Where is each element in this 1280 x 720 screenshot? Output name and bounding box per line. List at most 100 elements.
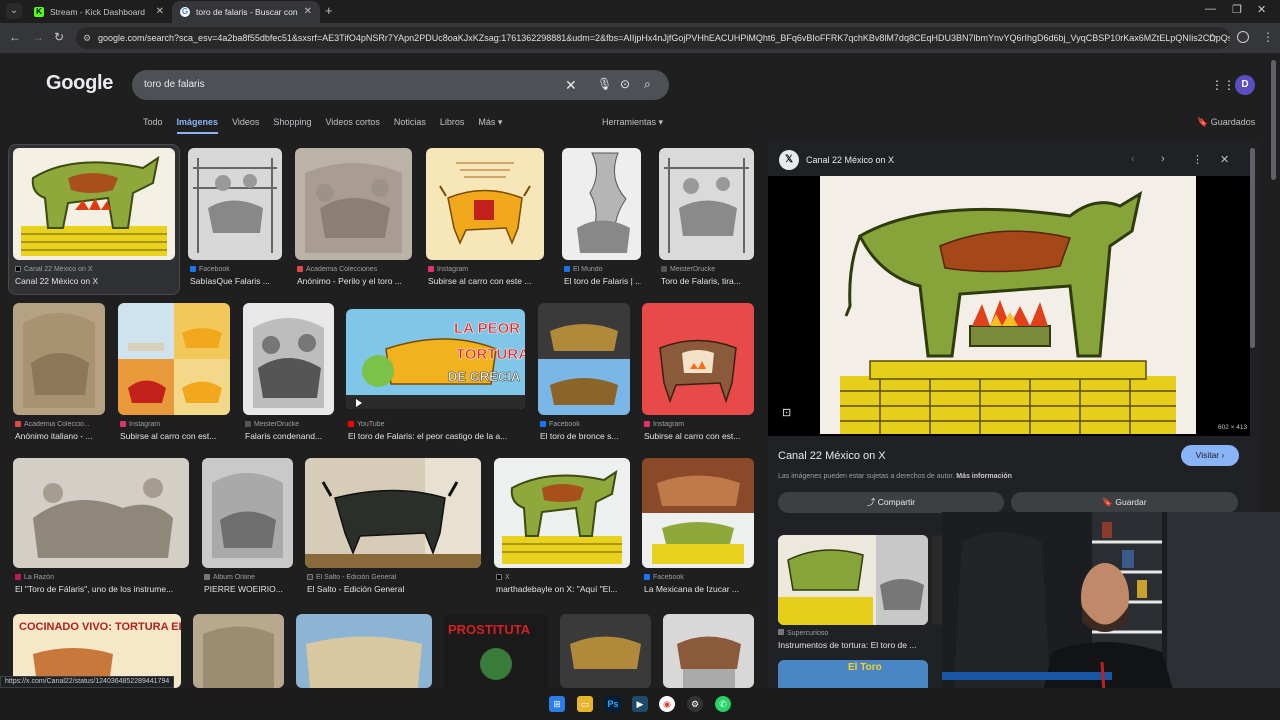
panel-source[interactable]: Canal 22 México on X (806, 155, 894, 165)
tab-title: toro de falaris - Buscar con Goo (196, 7, 300, 17)
avatar[interactable]: D (1235, 75, 1255, 95)
photoshop-icon[interactable]: Ps (605, 696, 621, 712)
result-image[interactable] (560, 614, 651, 688)
result-image[interactable] (296, 614, 432, 688)
result-caption: marthadebayle on X: "Aquí "El... (496, 584, 618, 594)
obs-icon[interactable]: ▶ (632, 696, 648, 712)
file-explorer-icon[interactable]: ▭ (577, 696, 593, 712)
saved-button[interactable]: 🔖 Guardados (1197, 117, 1255, 128)
result-source: Album Online (204, 574, 293, 581)
image-dimensions: 602 × 413 (1218, 424, 1248, 431)
tab-todo[interactable]: Todo (143, 117, 163, 134)
back-icon[interactable]: ← (9, 30, 21, 44)
minimize-icon[interactable]: — (1205, 3, 1216, 15)
result-caption: El Salto - Edición General (307, 584, 405, 594)
result-image[interactable] (193, 614, 284, 688)
tab-google[interactable]: G toro de falaris - Buscar con Goo ✕ (172, 1, 320, 23)
tab-videos[interactable]: Videos (232, 117, 259, 134)
result-source: Instagram (428, 266, 544, 273)
lens-search-icon[interactable]: ⊡ (782, 406, 791, 419)
share-button[interactable]: ⤴ Compartir (778, 492, 1004, 513)
settings-icon[interactable]: ⚙ (687, 696, 703, 712)
microphone-icon[interactable]: 🎙 (597, 77, 612, 91)
new-tab-button[interactable]: + (325, 3, 333, 18)
visit-button[interactable]: Visitar › (1181, 445, 1239, 466)
more-options-icon[interactable]: ⋮ (1192, 153, 1203, 166)
result-image (642, 303, 754, 415)
tab-shopping[interactable]: Shopping (273, 117, 311, 134)
share-icon: ⤴ (866, 497, 876, 507)
result-image (426, 148, 544, 260)
result-image (494, 458, 630, 568)
preview-image[interactable] (820, 176, 1196, 434)
previous-icon[interactable]: ‹ (1131, 153, 1135, 165)
windows-start-icon[interactable]: ⊞ (549, 696, 565, 712)
result-image[interactable] (663, 614, 754, 688)
google-logo[interactable]: Google (46, 72, 113, 95)
tab-kick[interactable]: K Stream - Kick Dashboard ✕ (26, 1, 172, 23)
tab-title: Stream - Kick Dashboard (50, 7, 145, 17)
search-tabs: Todo Imágenes Videos Shopping Videos cor… (143, 117, 502, 134)
tab-more[interactable]: Más ▾ (478, 117, 502, 134)
result-caption: El toro de Falaris | ... (564, 276, 641, 286)
result-image (13, 458, 189, 568)
result-caption: El toro de Falaris: el peor castigo de l… (348, 431, 508, 441)
menu-icon[interactable]: ⋮ (1262, 30, 1274, 44)
save-button[interactable]: 🔖 Guardar (1011, 492, 1238, 513)
tab-books[interactable]: Libros (440, 117, 465, 134)
forward-icon[interactable]: → (32, 30, 44, 44)
result-source: Facebook (644, 574, 754, 581)
result-image[interactable]: PROSTITUTA (444, 614, 548, 688)
banner-line1: LA PEOR (454, 320, 520, 337)
tab-search-icon[interactable]: ⌄ (6, 3, 22, 19)
chrome-icon[interactable]: ◉ (659, 696, 675, 712)
address-bar[interactable]: ⚙ google.com/search?sca_esv=4a2ba8f55dbf… (76, 27, 1230, 49)
related-caption[interactable]: Instrumentos de tortura: El toro de ... (778, 640, 916, 650)
profile-icon[interactable] (1237, 31, 1249, 43)
result-source: El Salto - Edición General (307, 574, 481, 581)
more-info-link[interactable]: Más información (956, 473, 1012, 480)
tab-short-videos[interactable]: Videos cortos (325, 117, 379, 134)
result-source: Academia Coleccio... (15, 421, 105, 428)
next-icon[interactable]: › (1161, 153, 1165, 165)
site-info-icon[interactable]: ⚙ (83, 27, 91, 49)
next-related-peek[interactable] (932, 535, 942, 625)
search-icon[interactable]: ⌕ (644, 77, 651, 92)
related-source: Supercurioso (778, 629, 828, 637)
result-caption: El toro de bronce s... (540, 431, 619, 441)
bookmark-icon: 🔖 (1197, 117, 1209, 127)
reload-icon[interactable]: ↻ (54, 30, 64, 44)
kick-icon: K (34, 7, 44, 17)
tab-images[interactable]: Imágenes (176, 117, 219, 134)
clear-icon[interactable]: ✕ (565, 77, 577, 94)
tab-news[interactable]: Noticias (394, 117, 426, 134)
result-source: La Razón (15, 574, 189, 581)
result-caption: El "Toro de Fálaris", uno de los instrum… (15, 584, 174, 594)
result-caption: Subirse al carro con est... (120, 431, 217, 441)
result-image: LA PEOR TORTURA DE GRECIA (346, 309, 525, 409)
result-source: MeisterDrucke (661, 266, 754, 273)
page-scrollbar[interactable] (1271, 60, 1276, 180)
maximize-icon[interactable]: ❐ (1232, 3, 1242, 16)
bookmark-star-icon[interactable]: ☆ (1207, 31, 1218, 45)
close-icon[interactable]: ✕ (304, 1, 312, 23)
whatsapp-icon[interactable]: ✆ (715, 696, 731, 712)
panel-title[interactable]: Canal 22 México on X (778, 450, 886, 462)
lens-icon[interactable]: ⊙ (620, 77, 630, 91)
copyright-notice: Las imágenes pueden estar sujetas a dere… (778, 473, 1012, 480)
close-panel-icon[interactable]: ✕ (1220, 153, 1229, 166)
tools-button[interactable]: Herramientas ▾ (602, 117, 663, 128)
result-image (305, 458, 481, 568)
result-caption: Toro de Falaris, tira... (661, 276, 741, 286)
close-window-icon[interactable]: ✕ (1257, 3, 1266, 16)
result-image (562, 148, 641, 260)
search-input[interactable]: toro de falaris ✕ 🎙 ⊙ ⌕ (132, 70, 669, 100)
related-image[interactable] (778, 535, 928, 625)
panel-scrollbar[interactable] (1250, 148, 1255, 348)
result-image (13, 148, 175, 260)
result-source: El Mundo (564, 266, 641, 273)
close-icon[interactable]: ✕ (156, 1, 164, 23)
result-image (188, 148, 282, 260)
link-preview: https://x.com/Canal22/status/12403648522… (0, 676, 175, 688)
related-image-peek[interactable]: El Toro (778, 660, 928, 688)
